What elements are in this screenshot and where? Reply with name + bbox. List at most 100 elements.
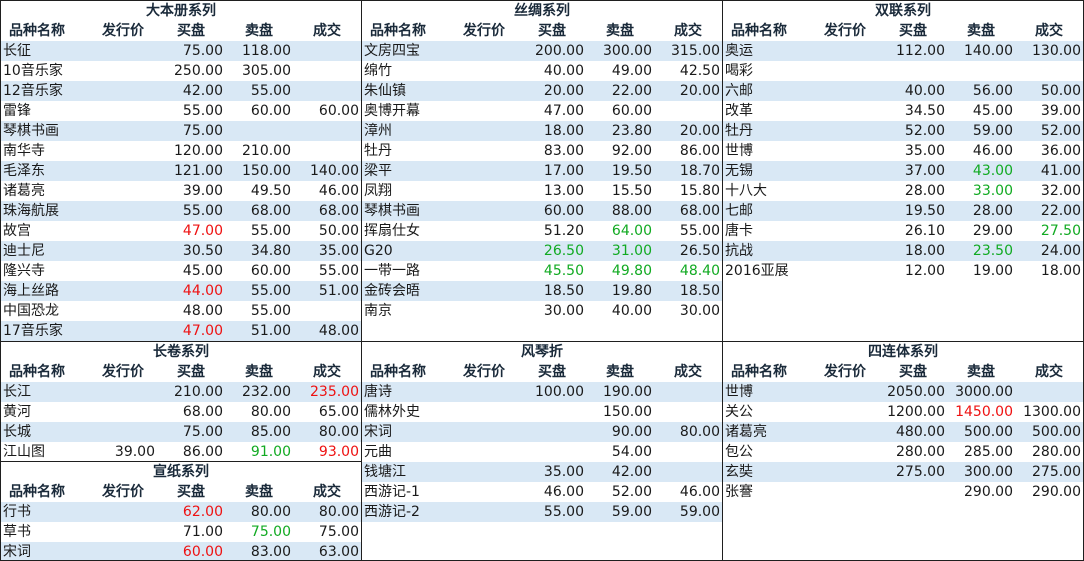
- table-row[interactable]: 梁平 17.00 19.50 18.70: [362, 161, 722, 181]
- table-row[interactable]: 牡丹 83.00 92.00 86.00: [362, 141, 722, 161]
- item-name-cell: 牡丹: [364, 143, 392, 159]
- table-row[interactable]: 宋词 60.00 83.00 63.00: [1, 542, 361, 560]
- table-row[interactable]: 故宫 47.00 55.00 50.00: [1, 221, 361, 241]
- table-row[interactable]: 漳州 18.00 23.80 20.00: [362, 121, 722, 141]
- issue-price-cell: [450, 382, 518, 402]
- table-row[interactable]: 江山图 39.00 86.00 91.00 93.00: [1, 442, 361, 462]
- table-row[interactable]: 世博 2050.00 3000.00: [723, 382, 1083, 402]
- table-row[interactable]: 包公 280.00 285.00 280.00: [723, 442, 1083, 462]
- table-row[interactable]: 元曲 54.00: [362, 442, 722, 462]
- table-row[interactable]: 儒林外史 150.00: [362, 402, 722, 422]
- table-row[interactable]: 抗战 18.00 23.50 24.00: [723, 241, 1083, 261]
- sell-price-cell: 55.00: [250, 223, 291, 239]
- deal-price-cell: [1015, 61, 1083, 81]
- issue-price-cell: [811, 221, 879, 241]
- table-row[interactable]: 挥扇仕女 51.20 64.00 55.00: [362, 221, 722, 241]
- issue-price-cell: [450, 81, 518, 101]
- table-row[interactable]: 中国恐龙 48.00 55.00: [1, 301, 361, 321]
- table-row[interactable]: 黄河 68.00 80.00 65.00: [1, 402, 361, 422]
- sell-price-cell: 500.00: [964, 424, 1013, 440]
- table-row[interactable]: 奥博开幕 47.00 60.00: [362, 101, 722, 121]
- table-row[interactable]: 行书 62.00 80.00 80.00: [1, 502, 361, 522]
- table-row[interactable]: 凤翔 13.00 15.50 15.80: [362, 181, 722, 201]
- issue-price-cell: [811, 161, 879, 181]
- sell-price-cell: 59.00: [972, 123, 1013, 139]
- table-row[interactable]: 17音乐家 47.00 51.00 48.00: [1, 321, 361, 341]
- table-row[interactable]: 雷锋 55.00 60.00 60.00: [1, 101, 361, 121]
- table-row[interactable]: 琴棋书画 60.00 88.00 68.00: [362, 201, 722, 221]
- header-sell: 卖盘: [245, 484, 273, 500]
- table-row[interactable]: 南华寺 120.00 210.00: [1, 141, 361, 161]
- buy-price-cell: 121.00: [174, 163, 223, 179]
- table-row[interactable]: 世博 35.00 46.00 36.00: [723, 141, 1083, 161]
- table-row[interactable]: 奥运 112.00 140.00 130.00: [723, 41, 1083, 61]
- header-issue-price: 发行价: [102, 484, 144, 500]
- buy-price-cell: 46.00: [543, 484, 584, 500]
- table-row[interactable]: 长城 75.00 85.00 80.00: [1, 422, 361, 442]
- buy-price-cell: 60.00: [182, 544, 223, 560]
- table-row[interactable]: 琴棋书画 75.00: [1, 121, 361, 141]
- table-row[interactable]: 西游记-1 46.00 52.00 46.00: [362, 482, 722, 502]
- table-row[interactable]: 无锡 37.00 43.00 41.00: [723, 161, 1083, 181]
- header-name: 品种名称: [731, 23, 787, 39]
- table-row[interactable]: 唐诗 100.00 190.00: [362, 382, 722, 402]
- panel-xuanzhi-series: 宣纸系列 品种名称 发行价 买盘 卖盘 成交 行书 62.00 80.00 80.00 草书 71.0…: [1, 462, 361, 560]
- header-deal: 成交: [1035, 23, 1063, 39]
- table-row[interactable]: 绵竹 40.00 49.00 42.50: [362, 61, 722, 81]
- table-row[interactable]: 钱塘江 35.00 42.00: [362, 462, 722, 482]
- issue-price-cell: [811, 41, 879, 61]
- panel-silianti-series: 四连体系列 品种名称 发行价 买盘 卖盘 成交 世博 2050.00 3000.00 关公 1200…: [723, 342, 1083, 560]
- table-row[interactable]: 12音乐家 42.00 55.00: [1, 81, 361, 101]
- sell-price-cell: 64.00: [611, 223, 652, 239]
- table-row[interactable]: 海上丝路 44.00 55.00 51.00: [1, 281, 361, 301]
- table-row[interactable]: 长征 75.00 118.00: [1, 41, 361, 61]
- issue-price-cell: [811, 241, 879, 261]
- table-row[interactable]: 10音乐家 250.00 305.00: [1, 61, 361, 81]
- table-row[interactable]: 玄奘 275.00 300.00 275.00: [723, 462, 1083, 482]
- table-row[interactable]: 牡丹 52.00 59.00 52.00: [723, 121, 1083, 141]
- item-name-cell: 琴棋书画: [3, 123, 59, 139]
- table-row[interactable]: 诸葛亮 480.00 500.00 500.00: [723, 422, 1083, 442]
- buy-price-cell: 51.20: [543, 223, 584, 239]
- table-row[interactable]: 迪士尼 30.50 34.80 35.00: [1, 241, 361, 261]
- issue-price-cell: [450, 61, 518, 81]
- deal-price-cell: 48.40: [679, 263, 720, 279]
- table-row[interactable]: 张謇 290.00 290.00: [723, 482, 1083, 502]
- item-name-cell: G20: [364, 243, 393, 259]
- item-name-cell: 宋词: [3, 544, 31, 560]
- deal-price-cell: 500.00: [1032, 424, 1081, 440]
- table-row[interactable]: 朱仙镇 20.00 22.00 20.00: [362, 81, 722, 101]
- table-row[interactable]: 喝彩: [723, 61, 1083, 81]
- header-issue-price: 发行价: [102, 23, 144, 39]
- item-name-cell: 迪士尼: [3, 243, 45, 259]
- sell-price-cell: 91.00: [250, 444, 291, 460]
- deal-price-cell: [654, 382, 722, 402]
- table-row[interactable]: 唐卡 26.10 29.00 27.50: [723, 221, 1083, 241]
- panel-fengqinzhe-series: 风琴折 品种名称 发行价 买盘 卖盘 成交 唐诗 100.00 190.00 儒林外史 150.00…: [362, 342, 722, 560]
- table-row[interactable]: 关公 1200.00 1450.00 1300.00: [723, 402, 1083, 422]
- buy-price-cell: 18.00: [543, 123, 584, 139]
- table-row[interactable]: 七邮 19.50 28.00 22.00: [723, 201, 1083, 221]
- table-row[interactable]: 珠海航展 55.00 68.00 68.00: [1, 201, 361, 221]
- table-row[interactable]: G20 26.50 31.00 26.50: [362, 241, 722, 261]
- table-row[interactable]: 宋词 90.00 80.00: [362, 422, 722, 442]
- table-row[interactable]: 改革 34.50 45.00 39.00: [723, 101, 1083, 121]
- table-row[interactable]: 六邮 40.00 56.00 50.00: [723, 81, 1083, 101]
- table-row[interactable]: 长江 210.00 232.00 235.00: [1, 382, 361, 402]
- buy-price-cell: 2050.00: [887, 384, 945, 400]
- table-row[interactable]: 金砖会晤 18.50 19.80 18.50: [362, 281, 722, 301]
- table-row[interactable]: 隆兴寺 45.00 60.00 55.00: [1, 261, 361, 281]
- table-row[interactable]: 2016亚展 12.00 19.00 18.00: [723, 261, 1083, 281]
- table-row[interactable]: 草书 71.00 75.00 75.00: [1, 522, 361, 542]
- table-row[interactable]: 文房四宝 200.00 300.00 315.00: [362, 41, 722, 61]
- deal-price-cell: 22.00: [1040, 203, 1081, 219]
- issue-price-cell: [450, 422, 518, 442]
- table-row[interactable]: 诸葛亮 39.00 49.50 46.00: [1, 181, 361, 201]
- table-row[interactable]: 南京 30.00 40.00 30.00: [362, 301, 722, 321]
- table-row[interactable]: 一带一路 45.50 49.80 48.40: [362, 261, 722, 281]
- table-row[interactable]: 十八大 28.00 33.00 32.00: [723, 181, 1083, 201]
- sell-price-cell: 46.00: [972, 143, 1013, 159]
- table-row[interactable]: 毛泽东 121.00 150.00 140.00: [1, 161, 361, 181]
- table-row[interactable]: 西游记-2 55.00 59.00 59.00: [362, 502, 722, 522]
- sell-price-cell: 40.00: [611, 303, 652, 319]
